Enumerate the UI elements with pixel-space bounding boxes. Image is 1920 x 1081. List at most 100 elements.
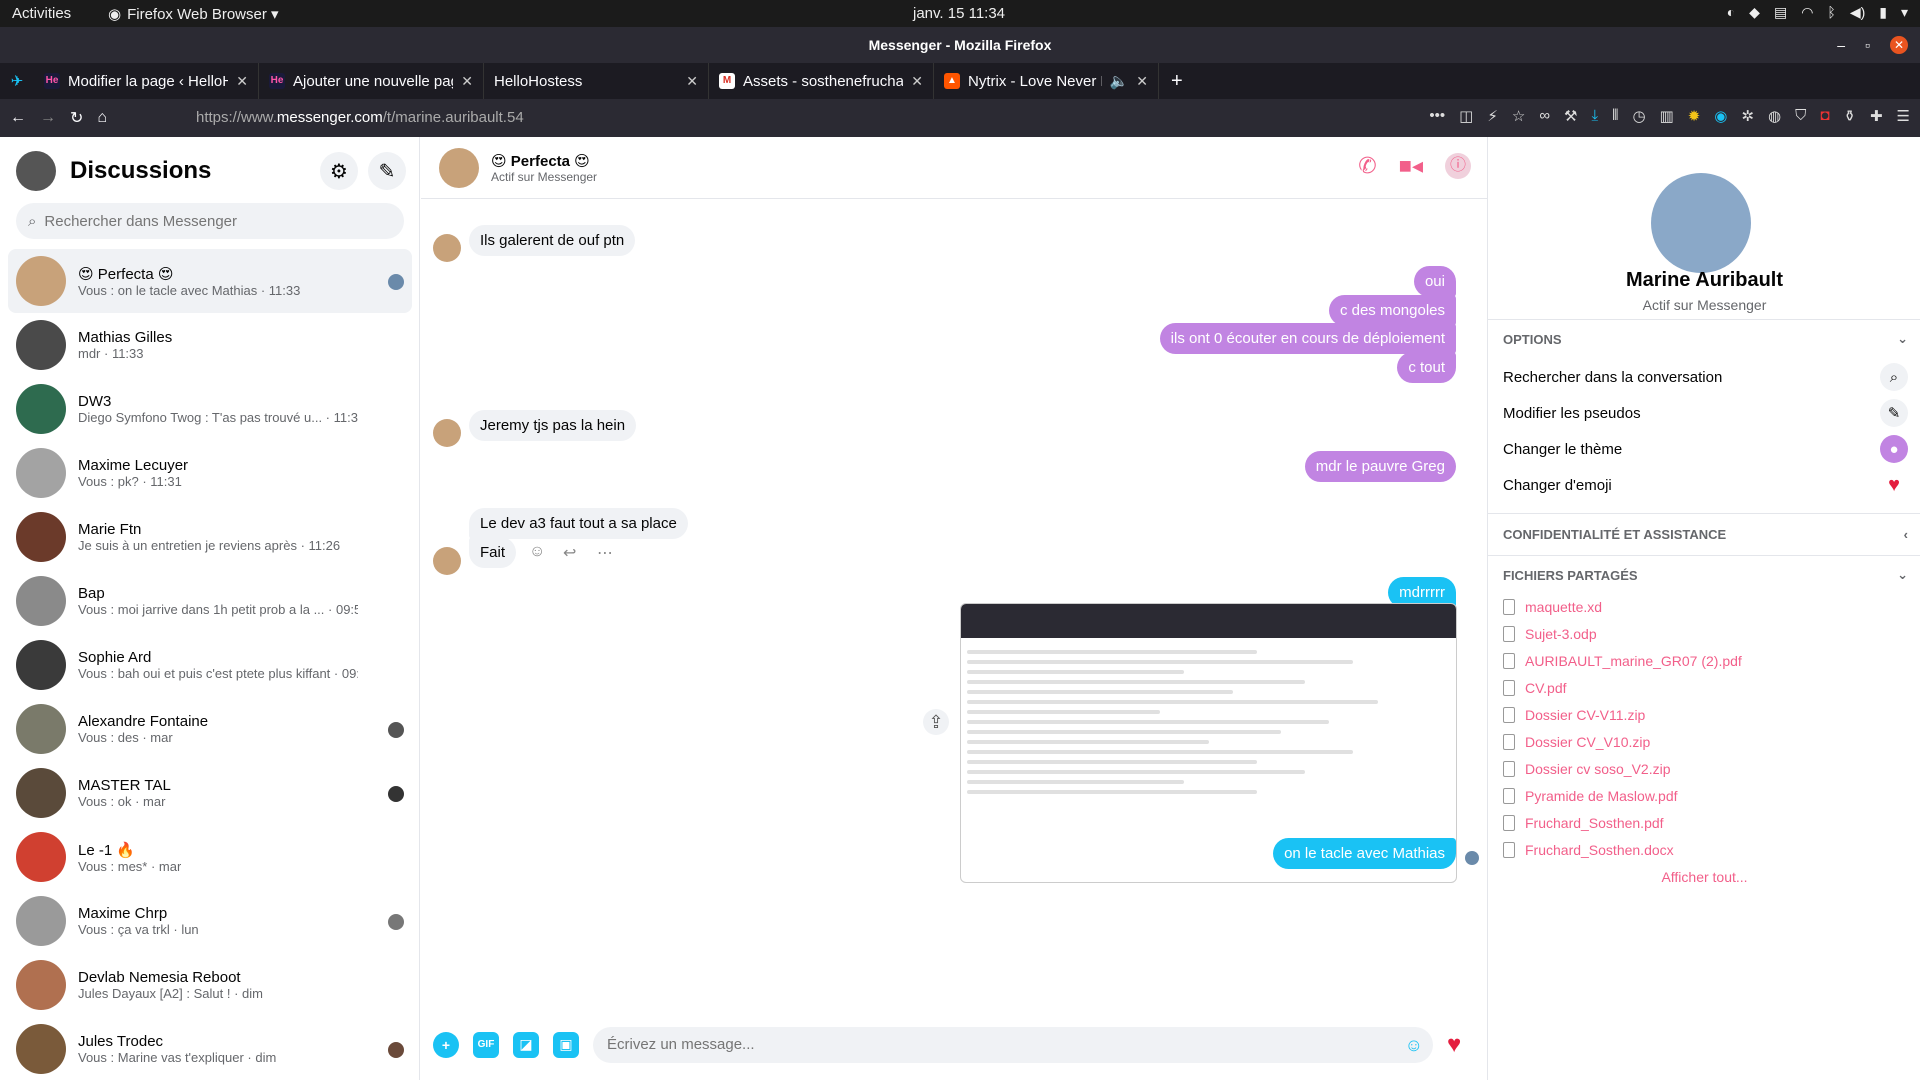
- reply-icon[interactable]: ↩: [563, 543, 576, 563]
- tab-hellohostess[interactable]: HelloHostess ✕: [484, 63, 709, 99]
- close-tab-icon[interactable]: ✕: [911, 73, 923, 90]
- close-window-icon[interactable]: ✕: [1890, 36, 1908, 54]
- volume-icon[interactable]: ◀): [1850, 4, 1865, 21]
- discord-icon[interactable]: ◐: [1727, 4, 1735, 21]
- new-message-icon[interactable]: ✎: [368, 152, 406, 190]
- more-options-icon[interactable]: ⋯: [597, 543, 613, 563]
- bottle-icon[interactable]: ⚱: [1843, 107, 1856, 125]
- account-icon[interactable]: ◍: [1768, 107, 1781, 125]
- tab-modifier-page[interactable]: He Modifier la page ‹ HelloH ✕: [34, 63, 259, 99]
- shield-extension-icon[interactable]: ⛉: [1795, 107, 1806, 125]
- conversation-item[interactable]: Marie Ftn Je suis à un entretien je revie…: [8, 505, 412, 569]
- plus-icon[interactable]: +: [433, 1031, 459, 1058]
- message-outgoing[interactable]: mdr le pauvre Greg: [1304, 451, 1456, 482]
- battery-icon[interactable]: ▮: [1879, 4, 1887, 21]
- show-all-files-link[interactable]: Afficher tout...: [1488, 869, 1920, 885]
- shared-file[interactable]: Fruchard_Sosthen.docx: [1503, 842, 1674, 858]
- glasses-icon[interactable]: ∞: [1539, 107, 1550, 125]
- search-input[interactable]: [44, 212, 365, 230]
- message-outgoing[interactable]: c des mongoles: [1328, 295, 1456, 326]
- history-icon[interactable]: ◷: [1632, 107, 1645, 125]
- options-section-header[interactable]: OPTIONS ⌄: [1503, 331, 1908, 347]
- conversation-item[interactable]: Bap Vous : moi jarrive dans 1h petit prob…: [8, 569, 412, 633]
- info-icon[interactable]: ⓘ: [1445, 153, 1471, 179]
- chat-avatar[interactable]: [439, 147, 479, 188]
- emoji-icon[interactable]: ☺: [1405, 1035, 1423, 1056]
- conversation-item[interactable]: 😍 Perfecta 😍 Vous : on le tacle avec Math…: [8, 249, 412, 313]
- profile-photo[interactable]: [1651, 173, 1751, 273]
- app-menu[interactable]: ◉ Firefox Web Browser ▾: [108, 5, 279, 23]
- shared-file[interactable]: Fruchard_Sosthen.pdf: [1503, 815, 1664, 831]
- settings-extension-icon[interactable]: ✲: [1741, 107, 1754, 125]
- url-bar[interactable]: https://www.messenger.com/t/marine.aurib…: [150, 104, 1310, 132]
- video-call-icon[interactable]: ■◂: [1399, 153, 1423, 179]
- conversation-item[interactable]: MASTER TAL Vous : ok · mar: [8, 761, 412, 825]
- profile-avatar[interactable]: [16, 151, 56, 191]
- phone-call-icon[interactable]: ✆: [1358, 153, 1376, 179]
- sidebar-toggle-icon[interactable]: ▥: [1660, 107, 1674, 125]
- message-outgoing[interactable]: c tout: [1397, 352, 1456, 383]
- shared-file[interactable]: Dossier CV_V10.zip: [1503, 734, 1650, 750]
- conversation-item[interactable]: Jules Trodec Vous : Marine vas t'explique…: [8, 1017, 412, 1081]
- shared-file[interactable]: Dossier cv soso_V2.zip: [1503, 761, 1671, 777]
- conversation-item[interactable]: Maxime Lecuyer Vous : pk? · 11:31: [8, 441, 412, 505]
- files-icon[interactable]: ▤: [1774, 4, 1787, 21]
- power-menu-icon[interactable]: ▾: [1901, 4, 1908, 21]
- message-outgoing[interactable]: oui: [1413, 266, 1456, 297]
- conversation-item[interactable]: Le -1 🔥 Vous : mes* · mar: [8, 825, 412, 889]
- extension-icon[interactable]: ⚡: [1487, 107, 1498, 125]
- image-icon[interactable]: ▣: [553, 1031, 579, 1058]
- close-tab-icon[interactable]: ✕: [686, 73, 698, 90]
- react-emoji-icon[interactable]: ☺: [529, 543, 545, 561]
- page-actions-icon[interactable]: •••: [1429, 107, 1445, 125]
- conversation-item[interactable]: DW3 Diego Symfono Twog : T'as pas trouvé …: [8, 377, 412, 441]
- wifi-icon[interactable]: ◠: [1801, 4, 1813, 21]
- option-change-theme[interactable]: Changer le thème ●: [1503, 435, 1908, 463]
- message-outgoing[interactable]: ils ont 0 écouter en cours de déploiemen…: [1159, 323, 1456, 354]
- app-icon[interactable]: ◆: [1749, 4, 1760, 21]
- option-search-conversation[interactable]: Rechercher dans la conversation ⌕: [1503, 363, 1908, 391]
- heart-emoji-button[interactable]: ♥: [1447, 1031, 1461, 1059]
- option-edit-nicknames[interactable]: Modifier les pseudos ✎: [1503, 399, 1908, 427]
- shared-file[interactable]: Dossier CV-V11.zip: [1503, 707, 1645, 723]
- activities-button[interactable]: Activities: [12, 5, 71, 22]
- bookmark-star-icon[interactable]: ☆: [1512, 107, 1525, 125]
- menu-icon[interactable]: ☰: [1897, 107, 1910, 125]
- pocket-icon[interactable]: ◫: [1459, 107, 1473, 125]
- share-icon[interactable]: ⇪: [923, 709, 949, 735]
- message-input[interactable]: [607, 1036, 1387, 1053]
- sun-extension-icon[interactable]: ✹: [1688, 107, 1701, 125]
- tab-assets-gmail[interactable]: M Assets - sosthenefruchar ✕: [709, 63, 934, 99]
- extensions-icon[interactable]: ✚: [1870, 107, 1883, 125]
- conversation-item[interactable]: Mathias Gilles mdr · 11:33: [8, 313, 412, 377]
- shared-file[interactable]: maquette.xd: [1503, 599, 1602, 615]
- back-icon[interactable]: ←: [10, 109, 26, 127]
- close-tab-icon[interactable]: ✕: [1136, 73, 1148, 90]
- tab-ajouter-page[interactable]: He Ajouter une nouvelle pag ✕: [259, 63, 484, 99]
- shared-file[interactable]: Sujet-3.odp: [1503, 626, 1597, 642]
- conversation-item[interactable]: Sophie Ard Vous : bah oui et puis c'est p…: [8, 633, 412, 697]
- message-incoming[interactable]: Le dev a3 faut tout a sa place: [469, 508, 688, 539]
- close-tab-icon[interactable]: ✕: [236, 73, 248, 90]
- shared-file[interactable]: Pyramide de Maslow.pdf: [1503, 788, 1678, 804]
- messenger-tab-icon[interactable]: ✈: [0, 72, 34, 90]
- gif-icon[interactable]: GIF: [473, 1031, 499, 1058]
- messenger-search[interactable]: ⌕: [16, 203, 404, 239]
- tab-soundcloud[interactable]: ▲ Nytrix - Love Never Di 🔈 ✕: [934, 63, 1159, 99]
- message-outgoing[interactable]: on le tacle avec Mathias: [1273, 838, 1456, 869]
- chat-title[interactable]: 😍 Perfecta 😍: [491, 152, 597, 170]
- settings-gear-icon[interactable]: ⚙: [320, 152, 358, 190]
- bluetooth-icon[interactable]: ᛒ: [1827, 4, 1835, 21]
- messenger-extension-icon[interactable]: ◉: [1714, 107, 1727, 125]
- system-tray[interactable]: ◐ ◆ ▤ ◠ ᛒ ◀) ▮ ▾: [1727, 4, 1908, 21]
- forward-icon[interactable]: →: [40, 109, 56, 127]
- sticker-icon[interactable]: ◪: [513, 1031, 539, 1058]
- privacy-section-header[interactable]: CONFIDENTIALITÉ ET ASSISTANCE ‹: [1503, 527, 1908, 542]
- conversation-item[interactable]: Maxime Chrp Vous : ça va trkl · lun: [8, 889, 412, 953]
- shared-file[interactable]: CV.pdf: [1503, 680, 1567, 696]
- wrench-icon[interactable]: ⚒: [1564, 107, 1577, 125]
- message-incoming[interactable]: Jeremy tjs pas la hein: [469, 410, 637, 441]
- new-tab-button[interactable]: +: [1159, 70, 1195, 93]
- home-icon[interactable]: ⌂: [97, 109, 107, 127]
- ublock-icon[interactable]: ◘: [1820, 107, 1829, 125]
